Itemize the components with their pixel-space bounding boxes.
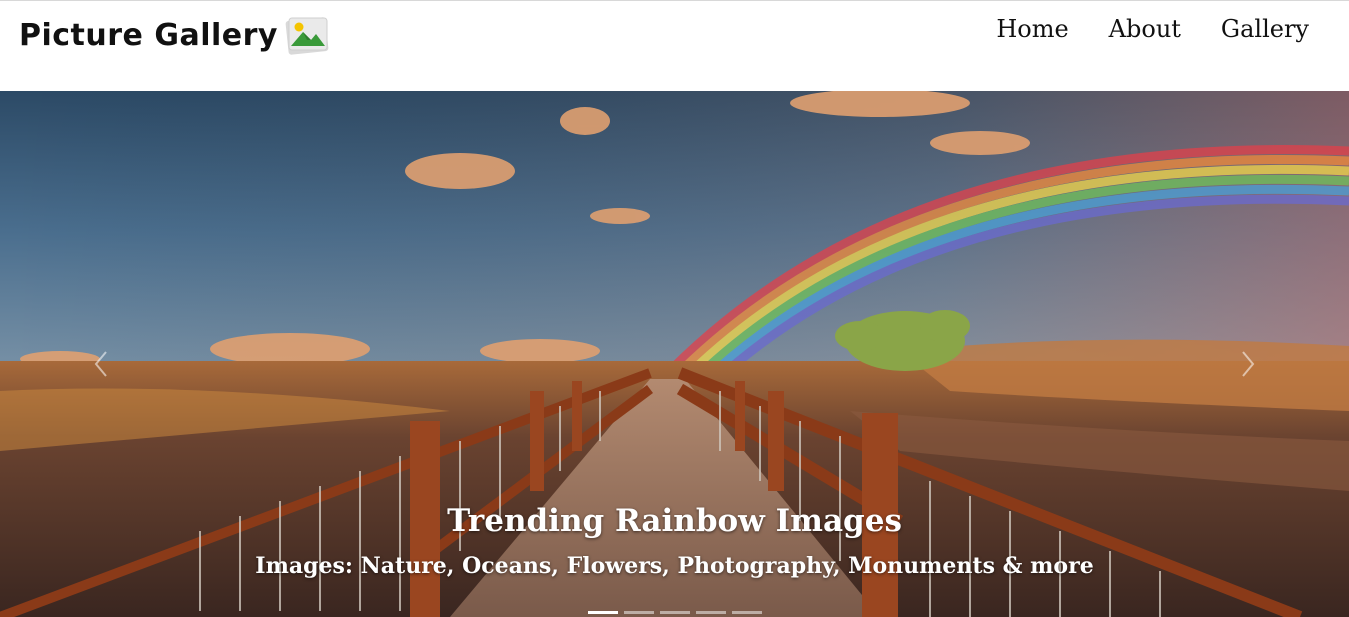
nav-home-link[interactable]: Home — [996, 14, 1068, 44]
carousel-indicator[interactable] — [695, 611, 726, 614]
landscape-image-icon — [283, 13, 331, 57]
carousel-prev-button[interactable] — [86, 346, 116, 386]
carousel-indicator[interactable] — [731, 611, 762, 614]
slide-caption-title: Trending Rainbow Images — [447, 503, 902, 539]
carousel-indicator[interactable] — [659, 611, 690, 614]
main-nav: Home About Gallery — [996, 14, 1349, 44]
carousel-indicator[interactable] — [587, 611, 618, 614]
navbar: Picture Gallery Home About Gallery — [0, 0, 1349, 91]
carousel-indicator[interactable] — [623, 611, 654, 614]
carousel-indicators — [0, 611, 1349, 614]
nav-about-link[interactable]: About — [1109, 14, 1181, 44]
chevron-left-icon — [93, 350, 109, 382]
carousel-next-button[interactable] — [1233, 346, 1263, 386]
image-carousel: Trending Rainbow Images Images: Nature, … — [0, 91, 1349, 617]
chevron-right-icon — [1240, 350, 1256, 382]
nav-gallery-link[interactable]: Gallery — [1221, 14, 1309, 44]
slide-caption-subtitle: Images: Nature, Oceans, Flowers, Photogr… — [255, 553, 1094, 579]
brand-title: Picture Gallery — [19, 17, 278, 53]
brand[interactable]: Picture Gallery — [19, 13, 331, 57]
